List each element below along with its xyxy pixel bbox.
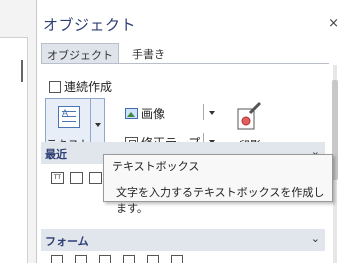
form-combo-icon[interactable] [147,255,159,263]
section-form[interactable]: フォーム ⌄ [41,229,325,251]
form-field-icon[interactable] [51,255,63,263]
form-radio-icon[interactable] [99,255,111,263]
stamp-icon [237,101,262,130]
tab-object[interactable]: オブジェクト [41,43,119,63]
document-area [0,0,37,263]
tab-handwriting[interactable]: 手書き [127,43,170,63]
image-icon [125,108,138,119]
grid-field-icon[interactable] [70,172,83,184]
image-button[interactable]: 画像 [125,105,165,122]
panel-tabs: オブジェクト 手書き [41,43,170,63]
form-checkbox-icon[interactable] [75,255,87,263]
text-cursor [21,60,23,82]
object-panel: オブジェクト × オブジェクト 手書き 連続作成 A テキスト 画像 修正テープ [37,0,347,263]
continuous-create-checkbox[interactable] [49,80,61,93]
panel-title: オブジェクト [43,16,137,34]
form-list-icon[interactable] [123,255,135,263]
image-label: 画像 [141,107,166,121]
tooltip-description: 文字を入力するテキストボックスを作成します。 [116,186,325,215]
text-field-icon[interactable]: TT [51,172,64,184]
document-page[interactable] [0,37,28,263]
continuous-create-option[interactable]: 連続作成 [49,78,112,95]
form-shapes [51,255,183,263]
chevron-down-icon[interactable]: ⌄ [311,232,320,245]
section-form-label: フォーム [45,235,89,248]
continuous-create-label: 連続作成 [64,80,113,94]
image-split-divider [203,104,204,120]
section-recent-label: 最近 [45,148,67,161]
image-dropdown-icon[interactable] [209,111,215,115]
textbox-icon: A [58,106,80,128]
tooltip-title: テキストボックス [112,160,200,173]
chevron-down-icon [95,123,101,127]
form-button-icon[interactable] [171,255,183,263]
tab-divider [41,63,329,64]
textbox-tooltip: テキストボックス 文字を入力するテキストボックスを作成します。 [103,154,333,215]
close-icon[interactable]: × [328,16,339,31]
rectangle-icon[interactable] [89,172,102,184]
